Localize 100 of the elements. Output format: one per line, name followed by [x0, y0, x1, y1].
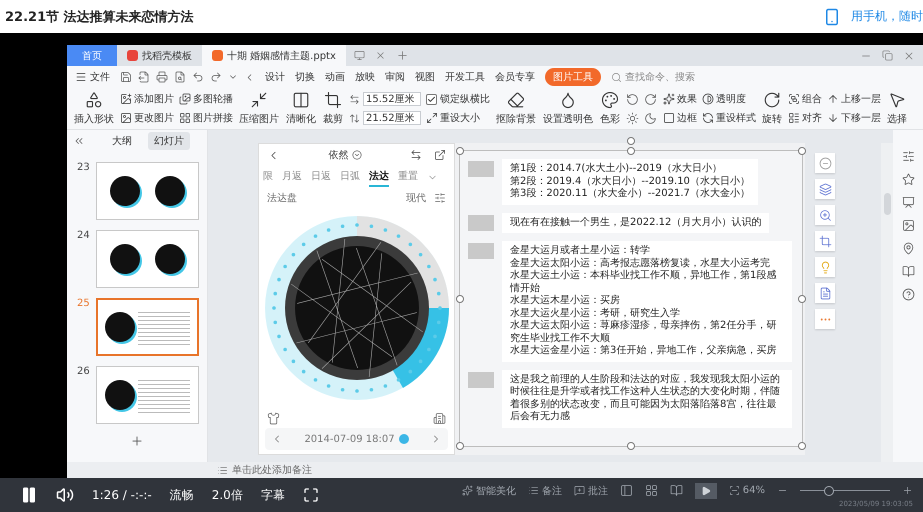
preview-icon[interactable]	[174, 71, 186, 83]
building-icon[interactable]	[433, 412, 446, 424]
close-icon[interactable]	[374, 50, 386, 61]
ribbon-button[interactable]: 色彩	[599, 91, 621, 126]
help-icon[interactable]	[902, 288, 914, 301]
add-slide-button[interactable]	[130, 434, 144, 448]
ribbon-button[interactable]: 重设样式	[702, 111, 756, 125]
notes-hint[interactable]: 单击此处添加备注	[232, 463, 312, 477]
close-icon[interactable]	[903, 50, 915, 62]
mobile-link[interactable]: 用手机，随时	[823, 8, 923, 26]
zoom-slider-thumb[interactable]	[824, 486, 834, 496]
file-menu[interactable]: 文件	[75, 70, 110, 84]
menu-tab[interactable]: 动画	[325, 70, 345, 84]
checkbox[interactable]	[426, 94, 437, 104]
ribbon-button[interactable]: 对齐	[788, 111, 822, 125]
zoom-in-icon[interactable]	[902, 485, 913, 496]
slide-thumbnail[interactable]	[96, 298, 199, 356]
resize-handle[interactable]	[456, 147, 464, 155]
pause-button[interactable]	[20, 486, 38, 504]
ribbon-button[interactable]: 旋转	[761, 91, 783, 126]
chart-tab[interactable]: 月返	[282, 167, 302, 187]
notes-button[interactable]: 备注	[528, 484, 562, 498]
width-field[interactable]: 15.52厘米	[363, 92, 421, 106]
beautify-button[interactable]: 智能美化	[462, 484, 516, 498]
share-icon[interactable]	[434, 149, 446, 161]
resize-handle[interactable]	[627, 147, 635, 155]
ribbon-button[interactable]: 边框	[663, 111, 697, 125]
ribbon-button[interactable]: 多图轮播	[179, 92, 233, 106]
document-button[interactable]	[815, 283, 835, 303]
ribbon-button[interactable]: 效果	[663, 92, 697, 106]
pane-tab[interactable]: 幻灯片	[148, 132, 190, 150]
reading-view-icon[interactable]	[670, 484, 683, 497]
subtitles-button[interactable]: 字幕	[260, 486, 285, 504]
play-slideshow-button[interactable]	[694, 482, 717, 498]
monitor-icon[interactable]	[354, 50, 365, 61]
collapse-icon[interactable]	[73, 135, 85, 147]
ribbon-button[interactable]: 设置透明色	[542, 91, 594, 126]
slide-thumbnail[interactable]	[96, 230, 199, 288]
ribbon-button[interactable]: 清晰化	[285, 91, 317, 126]
chart-tab[interactable]: 法达	[369, 167, 389, 187]
export-icon[interactable]	[138, 71, 150, 83]
chart-tab[interactable]: 日弧	[340, 167, 360, 187]
resize-handle[interactable]	[798, 294, 806, 302]
undo-icon[interactable]	[192, 71, 204, 83]
shirt-icon[interactable]	[267, 412, 280, 424]
ribbon-button[interactable]: 裁剪	[322, 91, 344, 126]
dropdown-icon[interactable]	[352, 150, 362, 160]
rotate-left-icon[interactable]	[626, 92, 639, 106]
ribbon-button[interactable]: 上移一层	[827, 92, 881, 106]
ribbon-button[interactable]: 图片拼接	[179, 111, 233, 125]
document-tab[interactable]: 找稻壳模板	[117, 45, 202, 66]
crop-button[interactable]	[815, 231, 835, 251]
print-icon[interactable]	[156, 71, 168, 83]
book-icon[interactable]	[902, 265, 914, 278]
layers-button[interactable]	[815, 179, 835, 199]
ribbon-button[interactable]: 选择	[886, 91, 908, 126]
slide-thumbnail[interactable]	[96, 162, 199, 220]
normal-view-icon[interactable]	[620, 484, 633, 497]
pin-icon[interactable]	[902, 242, 914, 255]
document-tab[interactable]: 十期 婚姻感情主题.pptx	[202, 45, 346, 66]
search-field[interactable]: 查找命令、搜索	[611, 72, 721, 82]
quality-button[interactable]: 流畅	[170, 486, 194, 504]
menu-tab[interactable]: 审阅	[385, 70, 405, 84]
menu-tab[interactable]: 会员专享	[495, 70, 535, 84]
resize-handle[interactable]	[798, 147, 806, 155]
ribbon-button[interactable]: 重设大小	[426, 111, 490, 125]
grid-view-icon[interactable]	[644, 484, 658, 497]
ribbon-button[interactable]: 插入形状	[73, 91, 115, 126]
rotate-right-icon[interactable]	[644, 92, 657, 106]
ribbon-button[interactable]: 组合	[788, 92, 822, 106]
speed-button[interactable]: 2.0倍	[212, 486, 243, 504]
resize-handle[interactable]	[456, 442, 464, 450]
height-field[interactable]: 21.52厘米	[363, 111, 421, 125]
settings-icon[interactable]	[434, 192, 446, 204]
presentation-icon[interactable]	[902, 196, 914, 209]
comment-button[interactable]: 批注	[574, 484, 608, 498]
ribbon-button[interactable]: 透明度	[702, 92, 756, 106]
fullscreen-button[interactable]	[302, 487, 319, 503]
star-icon[interactable]	[902, 173, 914, 186]
ribbon-button[interactable]: 下移一层	[827, 111, 881, 125]
sliders-icon[interactable]	[902, 150, 914, 163]
scroll-bar[interactable]	[881, 143, 893, 462]
slide-thumbnail[interactable]	[96, 366, 199, 424]
zoom-level-button[interactable]: 64%	[728, 485, 765, 496]
redo-icon[interactable]	[210, 71, 222, 83]
pane-tab[interactable]: 大纲	[106, 132, 138, 150]
zoom-in-button[interactable]	[815, 205, 835, 225]
new-tab-icon[interactable]	[396, 49, 409, 62]
menu-tab[interactable]: 放映	[355, 70, 375, 84]
swap-icon[interactable]	[410, 149, 422, 161]
restore-icon[interactable]	[882, 50, 893, 61]
moon-icon[interactable]	[644, 112, 657, 124]
chart-tab[interactable]: 限	[263, 167, 273, 187]
ribbon-button[interactable]: 抠除背景	[495, 91, 537, 126]
ribbon-button[interactable]: 更改图片	[120, 111, 174, 125]
menu-tab[interactable]: 切换	[295, 70, 315, 84]
ribbon-button[interactable]: 压缩图片	[238, 91, 280, 126]
menu-tab[interactable]: 视图	[415, 70, 435, 84]
minus-button[interactable]	[815, 153, 835, 173]
chart-tab[interactable]: 日返	[311, 167, 331, 187]
